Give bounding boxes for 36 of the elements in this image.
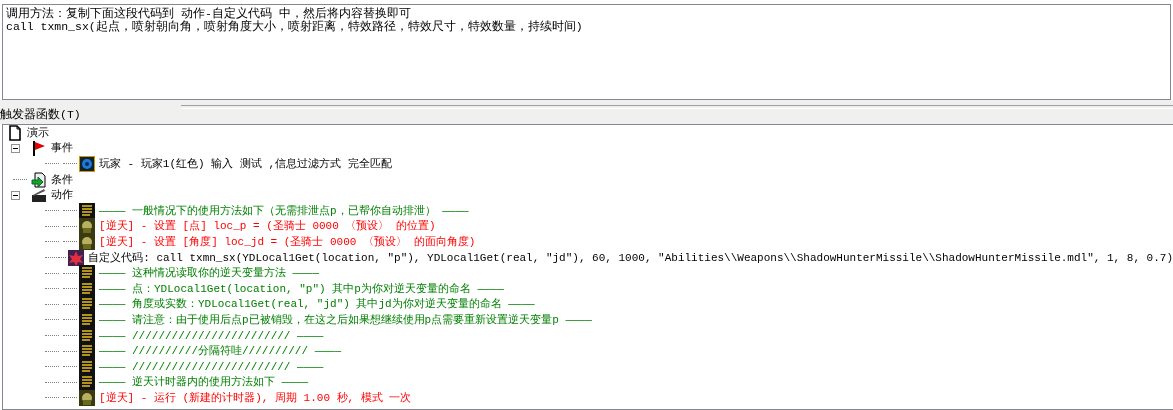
tree-item-label[interactable]: [逆天] - 设置 [点] loc_p = (圣骑士 0000 〈预设〉 的位置) — [99, 219, 436, 234]
description-line: 调用方法：复制下面这段代码到 动作-自定义代码 中，然后将内容替换即可 — [6, 7, 412, 20]
tree-item-label[interactable]: 自定义代码: call txmn_sx(YDLocal1Get(location, "p"), YDLocal1Get(real, "jd"), 60, 1000, "Abilities\\Weapons\\ShadowHunterMissile\\ShadowHunterMissile.mdl", 1, 8, 0.7) — [88, 250, 1173, 265]
note-icon — [79, 343, 95, 360]
tree-item-label[interactable]: [逆天] - 设置 [角度] loc_jd = (圣骑士 0000 〈预设〉 的面向角度) — [99, 234, 476, 249]
document-icon — [7, 125, 23, 141]
tree-item-label[interactable]: ———— //////////////////////// ———— — [99, 328, 324, 343]
tree-item-label[interactable]: 演示 — [27, 125, 49, 140]
trigger-tree[interactable] — [2, 124, 1173, 410]
burst-icon — [68, 249, 85, 266]
tree-item-label[interactable]: 事件 — [51, 141, 73, 156]
note-icon — [79, 265, 95, 282]
tree-item-label[interactable]: ———— 逆天计时器内的使用方法如下 ———— — [99, 375, 308, 390]
tree-item-label[interactable]: 条件 — [51, 172, 73, 187]
note-icon — [79, 374, 95, 391]
tree-item-label[interactable]: ———— //////////分隔符哇////////// ———— — [99, 344, 342, 359]
head-icon — [79, 218, 95, 235]
note-icon — [79, 296, 95, 313]
tree-item-label[interactable]: 玩家 - 玩家1(红色) 输入 测试 ,信息过滤方式 完全匹配 — [99, 157, 392, 171]
tree-item-label[interactable]: ———— 点：YDLocal1Get(location, "p") 其中p为你对逆天变量的命名 ———— — [99, 281, 504, 296]
description-line: call txmn_sx(起点，喷射朝向角，喷射角度大小，喷射距离，特效路径，特效尺寸，特效数量，持续时间) — [6, 20, 584, 33]
collapse-toggle[interactable] — [11, 143, 20, 153]
tree-item-label[interactable]: ———— 角度或实数：YDLocal1Get(real, "jd") 其中jd为你对逆天变量的命名 ———— — [99, 297, 535, 312]
flag-icon — [31, 140, 47, 157]
description-box[interactable]: 调用方法：复制下面这段代码到 动作-自定义代码 中，然后将内容替换即可 call txmn_sx(起点，喷射朝向角，喷射角度大小，喷射距离，特效路径，特效尺寸，特效数量，持续时间) — [2, 4, 1171, 100]
tree-item-label[interactable]: ———— //////////////////////// ———— — [99, 359, 324, 374]
tree-item-label[interactable]: [逆天] - 运行 (新建的计时器), 周期 1.00 秒, 模式 一次 — [99, 390, 412, 405]
collapse-toggle[interactable] — [11, 190, 20, 200]
document-arrow-icon — [31, 171, 47, 188]
note-icon — [79, 202, 95, 219]
tree-item-label[interactable]: 动作 — [51, 188, 73, 203]
tree-item-label[interactable]: ———— 这种情况读取你的逆天变量方法 ———— — [99, 266, 319, 281]
panel-label: 触发器函数(T) — [0, 106, 81, 122]
clapper-icon — [31, 187, 47, 204]
tree-item-label[interactable]: ———— 请注意：由于使用后点p已被销毁，在这之后如果想继续使用p点需要重新设置逆天变量p ———— — [99, 312, 592, 327]
tree-item-label[interactable]: ———— 一般情况下的使用方法如下（无需排泄点p，已帮你自动排泄） ———— — [99, 203, 469, 218]
